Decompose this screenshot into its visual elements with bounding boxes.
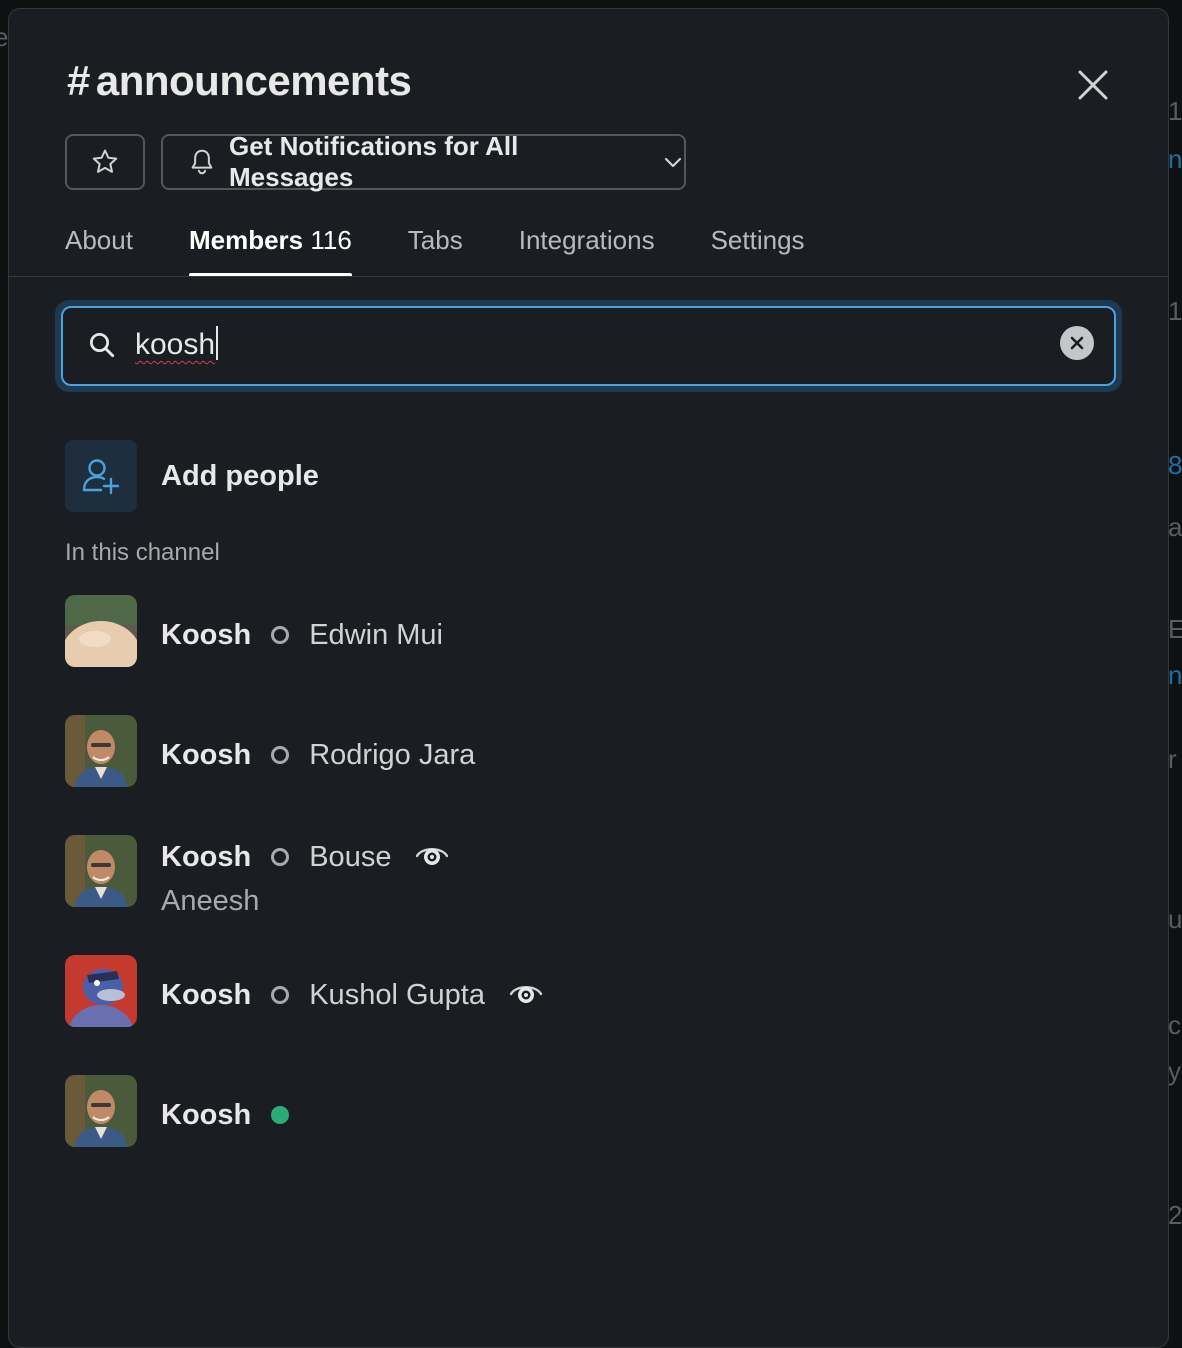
tab-integrations[interactable]: Integrations [519, 225, 655, 277]
member-row[interactable]: Koosh Edwin Mui [65, 595, 443, 667]
member-search: koosh [55, 300, 1122, 392]
member-display-name: Koosh [161, 1099, 252, 1131]
background-fragment: n [1168, 144, 1182, 174]
notifications-label: Get Notifications for All Messages [229, 131, 519, 192]
member-row[interactable]: Koosh [65, 1075, 309, 1147]
add-people-button[interactable]: Add people [65, 440, 319, 512]
close-button[interactable] [1071, 63, 1115, 107]
clear-search-button[interactable] [1060, 326, 1094, 360]
tab-bar: About Members 116 Tabs Integrations Sett… [65, 225, 861, 277]
background-fragment: 2 [1168, 1200, 1182, 1230]
tab-label: Settings [710, 225, 805, 255]
tab-label: Tabs [407, 225, 463, 255]
eye-icon [415, 842, 449, 872]
search-input[interactable]: koosh [61, 306, 1116, 386]
search-text: koosh [135, 328, 216, 361]
member-text: Koosh [161, 1075, 309, 1147]
section-label: In this channel [65, 539, 220, 566]
chevron-down-icon [662, 151, 684, 173]
member-row[interactable]: Koosh Bouse Aneesh [65, 835, 449, 923]
background-app-left: e [0, 0, 8, 1328]
add-user-icon [65, 440, 137, 512]
add-people-label: Add people [161, 459, 319, 492]
background-fragment: c [1168, 1010, 1181, 1040]
member-real-name: Bouse [309, 841, 392, 873]
background-fragment: u [1168, 904, 1182, 934]
channel-name: announcements [95, 57, 412, 104]
tab-label: About [65, 225, 133, 255]
avatar [65, 1075, 137, 1147]
search-icon [87, 330, 117, 360]
background-fragment: r [1168, 744, 1177, 774]
channel-hash: # [67, 57, 90, 104]
bell-icon [187, 147, 217, 177]
member-display-name: Koosh [161, 979, 252, 1011]
avatar [65, 955, 137, 1027]
search-value: koosh [135, 326, 219, 362]
member-real-name: Rodrigo Jara [309, 739, 476, 771]
member-text: Koosh Rodrigo Jara [161, 715, 475, 787]
background-fragment: a [1168, 512, 1182, 542]
member-display-name: Koosh [161, 841, 252, 873]
tab-about[interactable]: About [65, 225, 133, 277]
avatar [65, 835, 137, 907]
status-active-indicator [271, 1106, 290, 1124]
status-away-indicator [271, 848, 290, 866]
status-away-indicator [271, 746, 290, 764]
background-fragment: y: [1168, 1056, 1182, 1086]
member-display-name: Koosh [161, 739, 252, 771]
member-display-name: Koosh [161, 619, 252, 651]
tab-tabs[interactable]: Tabs [408, 225, 463, 277]
star-icon [92, 149, 118, 173]
tab-label: Members [188, 225, 304, 255]
clear-icon [1070, 336, 1084, 350]
tab-label: Integrations [518, 225, 655, 255]
background-fragment: E [1168, 614, 1182, 644]
close-icon [1078, 70, 1108, 100]
member-row[interactable]: Koosh Kushol Gupta [65, 955, 543, 1027]
member-text: Koosh Kushol Gupta [161, 955, 543, 1027]
member-row[interactable]: Koosh Rodrigo Jara [65, 715, 475, 787]
star-channel-button[interactable] [65, 134, 145, 190]
member-real-name-continued: Aneesh [161, 885, 260, 917]
background-fragment: 1 [1168, 96, 1182, 126]
avatar [65, 715, 137, 787]
tab-settings[interactable]: Settings [711, 225, 805, 277]
background-fragment: 8 [1168, 450, 1182, 480]
background-app-right: 1 n 1 8 a E n r u c y: 2 [1168, 0, 1182, 1328]
members-count: 116 [310, 225, 352, 255]
status-away-indicator [271, 986, 290, 1004]
tab-members[interactable]: Members 116 [188, 225, 352, 277]
notifications-button[interactable]: Get Notifications for All Messages [161, 131, 686, 192]
member-real-name: Edwin Mui [309, 619, 443, 651]
channel-title: # announcements [67, 57, 412, 105]
tab-divider [9, 276, 1168, 277]
background-fragment: n [1168, 660, 1182, 690]
status-away-indicator [271, 626, 290, 644]
avatar [65, 595, 137, 667]
member-real-name: Kushol Gupta [309, 979, 485, 1011]
member-text: Koosh Edwin Mui [161, 595, 443, 667]
member-text: Koosh Bouse Aneesh [161, 835, 449, 923]
channel-details-modal: # announcements Get Notifications for All… [8, 8, 1169, 1348]
text-caret [216, 326, 219, 360]
eye-icon [509, 980, 543, 1010]
background-fragment: 1 [1168, 296, 1182, 326]
